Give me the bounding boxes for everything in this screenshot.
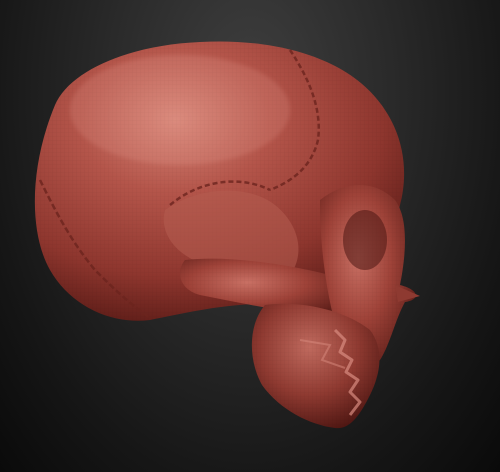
- eye-socket: [343, 210, 387, 270]
- sculpt-viewport[interactable]: [0, 0, 500, 472]
- specular-highlight: [70, 55, 290, 165]
- skull-render: [34, 41, 420, 429]
